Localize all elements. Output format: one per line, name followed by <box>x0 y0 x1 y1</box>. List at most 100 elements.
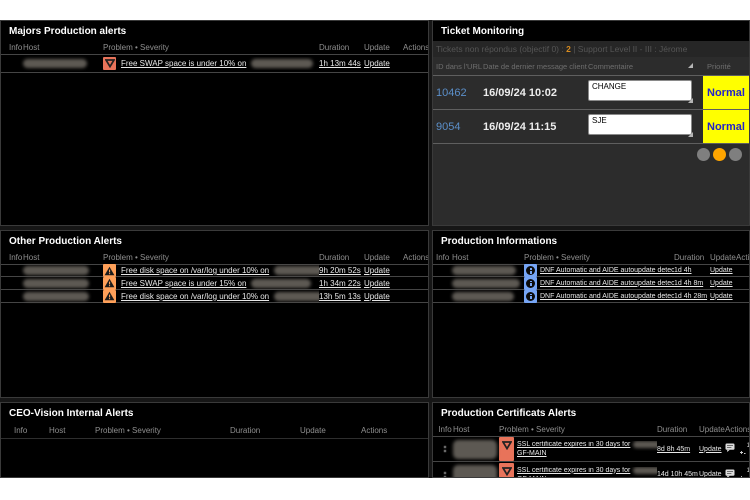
alert-row: SSL certificate expires in 30 days for G… <box>433 462 749 478</box>
dashboard-background: Majors Production alerts Info Host Probl… <box>0 20 750 478</box>
col-header-duration: Duration <box>319 43 364 52</box>
pagination-dot[interactable] <box>729 148 742 161</box>
panel-title-tickets: Ticket Monitoring <box>433 21 749 41</box>
col-header-host: Host <box>23 253 103 262</box>
comment-bubble-icon[interactable] <box>725 469 735 479</box>
problem-link[interactable]: DNF Automatic and AIDE autoupdate detect… <box>540 267 674 274</box>
update-link[interactable]: Update <box>699 471 723 478</box>
alert-row: DNF Automatic and AIDE autoupdate detect… <box>433 277 749 290</box>
problem-link[interactable]: Free disk space on /var/log under 10% on <box>121 292 269 301</box>
actions-cell: 1 <box>723 469 750 479</box>
problem-link[interactable]: SSL certificate expires in 30 days for <box>517 441 630 448</box>
col-header-info: Info <box>14 426 49 435</box>
col-header-duration: Duration <box>230 426 300 435</box>
duration-link[interactable]: 14d 10h 45m <box>657 471 699 478</box>
col-header-ticket-id: ID dans l'URL <box>433 62 483 71</box>
actions-flow-icon[interactable]: 1 <box>739 469 750 478</box>
duration-link[interactable]: 13h 5m 13s <box>319 292 364 301</box>
panel-title-majors: Majors Production alerts <box>1 21 428 41</box>
duration-link[interactable]: 1h 34m 22s <box>319 279 364 288</box>
col-header-info: Info <box>9 43 23 52</box>
subtitle-suffix: | Support Level II - III : Jérome <box>571 44 688 54</box>
host-cell <box>453 465 499 478</box>
host-cell <box>453 440 499 459</box>
problem-cell: SSL certificate expires in 30 days for G… <box>499 463 657 479</box>
update-link[interactable]: Update <box>699 446 723 453</box>
duration-link[interactable]: 1d 4h 8m <box>674 280 710 287</box>
ticket-id-link[interactable]: 10462 <box>436 87 467 99</box>
comment-bubble-icon[interactable] <box>725 443 735 455</box>
host-redacted <box>274 266 319 275</box>
alert-row: Free SWAP space is under 10% on 1h 13m 4… <box>1 54 428 73</box>
panel-ceo-vision-internal-alerts: CEO-Vision Internal Alerts Info Host Pro… <box>0 402 429 478</box>
duration-link[interactable]: 1d 4h <box>674 267 710 274</box>
problem-link[interactable]: Free SWAP space is under 10% on <box>121 59 246 68</box>
problem-cell: DNF Automatic and AIDE autoupdate detect… <box>524 290 674 303</box>
ticket-date: 16/09/24 10:02 <box>483 87 588 99</box>
ticket-id-cell: 10462 <box>433 87 483 99</box>
actions-flow-icon[interactable]: 1 <box>739 444 750 455</box>
update-link[interactable]: Update <box>364 292 403 301</box>
ticket-comment-input[interactable]: SJE <box>588 114 692 135</box>
majors-table-header: Info Host Problem • Severity Duration Up… <box>1 41 428 54</box>
pagination-dot-active[interactable] <box>713 148 726 161</box>
problem-link[interactable]: Free SWAP space is under 15% on <box>121 279 246 288</box>
host-redacted <box>23 266 89 275</box>
col-header-host: Host <box>23 43 103 52</box>
panel-production-informations: Production Informations Info Host Proble… <box>432 230 750 398</box>
update-link[interactable]: Update <box>710 280 736 287</box>
severity-information-icon <box>524 290 537 303</box>
host-redacted <box>633 467 657 474</box>
col-header-update: Update <box>364 43 403 52</box>
duration-link[interactable]: 1d 4h 28m <box>674 293 710 300</box>
panel-majors-production-alerts: Majors Production alerts Info Host Probl… <box>0 20 429 226</box>
duration-link[interactable]: 9h 20m 52s <box>319 266 364 275</box>
pagination-dot[interactable] <box>697 148 710 161</box>
ticket-id-link[interactable]: 9054 <box>436 121 460 133</box>
alert-row: SSL certificate expires in 30 days for G… <box>433 436 749 462</box>
duration-link[interactable]: 1h 13m 44s <box>319 59 364 68</box>
col-header-problem-severity: Problem • Severity <box>499 425 657 434</box>
col-header-update: Update <box>699 425 723 434</box>
update-link[interactable]: Update <box>710 293 736 300</box>
ticket-priority-badge: Normal <box>703 76 750 109</box>
duration-link[interactable]: 8d 8h 45m <box>657 446 699 453</box>
ceovision-table-header: Info Host Problem • Severity Duration Up… <box>1 423 428 439</box>
info-cell <box>437 446 453 452</box>
update-link[interactable]: Update <box>364 59 403 68</box>
problem-link-line2[interactable]: GF-MAIN <box>517 450 657 457</box>
problem-link-line2[interactable]: GF-MAIN <box>517 476 657 479</box>
update-link[interactable]: Update <box>710 267 736 274</box>
alert-row: Free disk space on /var/log under 10% on… <box>1 264 428 277</box>
panel-other-production-alerts: Other Production Alerts Info Host Proble… <box>0 230 429 398</box>
ticket-id-cell: 9054 <box>433 121 483 133</box>
problem-cell: Free disk space on /var/log under 10% on <box>103 290 319 303</box>
host-cell <box>452 266 524 275</box>
col-header-update: Update <box>300 426 361 435</box>
panel-production-certificats-alerts: Production Certificats Alerts Info Host … <box>432 402 750 478</box>
problem-cell: SSL certificate expires in 30 days for G… <box>499 437 657 461</box>
host-redacted <box>452 292 514 301</box>
host-redacted <box>452 266 516 275</box>
update-link[interactable]: Update <box>364 266 403 275</box>
update-link[interactable]: Update <box>364 279 403 288</box>
host-redacted <box>633 441 657 448</box>
dashboard-screen: Majors Production alerts Info Host Probl… <box>0 0 750 500</box>
col-header-update: Update <box>364 253 403 262</box>
col-header-comment: Commentaire <box>588 62 703 71</box>
problem-link[interactable]: DNF Automatic and AIDE autoupdate detect… <box>540 293 674 300</box>
problem-link[interactable]: DNF Automatic and AIDE autoupdate detect… <box>540 280 674 287</box>
host-redacted <box>23 59 87 68</box>
problem-cell: Free SWAP space is under 10% on <box>103 57 319 70</box>
ticket-comment-input[interactable]: CHANGE <box>588 80 692 101</box>
problem-link[interactable]: Free disk space on /var/log under 10% on <box>121 266 269 275</box>
host-redacted <box>23 292 89 301</box>
col-header-actions: Actions <box>403 43 429 52</box>
panel-ticket-monitoring: Ticket Monitoring Tickets non répondus (… <box>432 20 750 226</box>
actions-cell: 1 <box>723 443 750 455</box>
prodinfo-table-header: Info Host Problem • Severity Duration Up… <box>433 251 749 264</box>
ticket-priority-badge: Normal <box>703 110 750 143</box>
problem-link[interactable]: SSL certificate expires in 30 days for <box>517 467 630 474</box>
col-header-host: Host <box>49 426 95 435</box>
certs-table-header: Info Host Problem • Severity Duration Up… <box>433 423 749 436</box>
